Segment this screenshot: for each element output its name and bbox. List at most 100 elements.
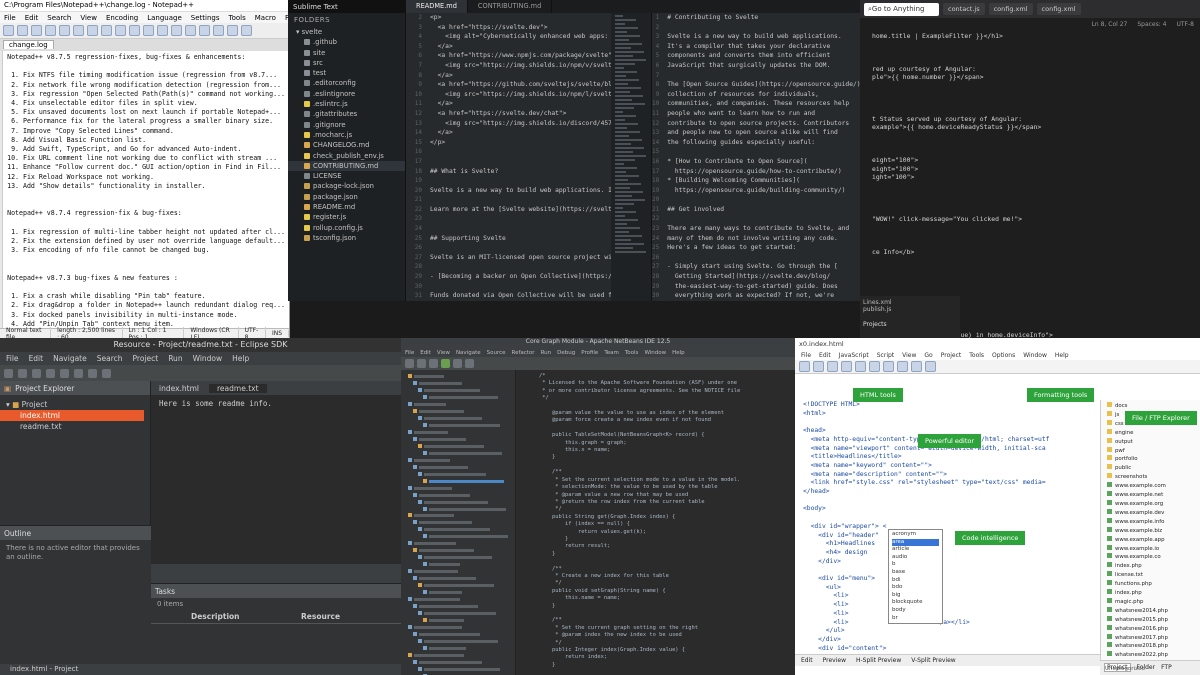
tab-change-log[interactable]: change.log [3,40,54,49]
explorer-item[interactable]: whatsnew2015.php [1107,615,1194,625]
align-left-icon[interactable] [911,361,922,372]
tab-readme[interactable]: README.md [406,0,468,13]
notepad-editor[interactable]: Notepad++ v8.7.5 regression-fixes, bug-f… [0,51,289,337]
tree-node[interactable] [404,380,512,387]
tree-node[interactable] [404,660,512,666]
run-icon[interactable] [441,359,450,368]
file-item[interactable]: rollup.config.js [288,223,405,233]
sublime-right-pane[interactable]: 1 2 3 4 5 6 7 8 9 10 11 12 13 14 15 16 17 18 19 20 21 22 23 24 2… [651,13,860,301]
menu-item[interactable]: Go [924,352,932,359]
tree-node[interactable] [404,408,512,415]
tree-project[interactable]: ▾ ■ Project [6,399,144,410]
tree-node[interactable] [404,604,512,610]
zoom-out-icon[interactable] [199,25,210,36]
tab-config-2[interactable]: config.xml [1036,3,1081,15]
menu-item[interactable]: Help [232,354,249,363]
tree-node[interactable] [404,513,512,519]
file-item[interactable]: check_publish_env.js [288,151,405,161]
explorer-item[interactable]: portfolio [1107,455,1194,464]
tab-config-1[interactable]: config.xml [988,3,1033,15]
menu-item[interactable]: Navigate [53,354,87,363]
explorer-item[interactable]: whatsnew2022.php [1107,651,1194,660]
forward-icon[interactable] [102,368,111,378]
explorer-item[interactable]: magic.php [1107,597,1194,607]
tree-node[interactable] [404,639,512,645]
replace-icon[interactable] [171,25,182,36]
tree-node[interactable] [404,534,512,540]
new-project-icon[interactable] [405,359,414,368]
java-code[interactable]: /* * Licensed to the Apache Software Fou… [517,370,795,669]
explorer-item[interactable]: engine [1107,428,1194,438]
tree-node[interactable] [404,429,512,436]
col-description[interactable]: Description [151,612,301,621]
search-icon[interactable] [74,368,83,378]
suggestion-item[interactable]: acronym [892,531,939,539]
explorer-item[interactable]: whatsnew2018.php [1107,642,1194,651]
print-icon[interactable] [73,25,84,36]
file-item[interactable]: CHANGELOG.md [288,140,405,150]
explorer-item[interactable]: output [1107,437,1194,447]
folder-root[interactable]: ▾ svelte [288,27,405,37]
tree-node[interactable] [404,632,512,638]
tree-node[interactable] [404,471,512,478]
save-icon[interactable] [429,359,438,368]
menu-item[interactable]: Navigate [456,350,481,356]
tree-node[interactable] [404,618,512,624]
suggestion-item[interactable]: audio [892,554,939,562]
explorer-item[interactable]: www.example.co [1107,553,1194,562]
new-icon[interactable] [799,361,810,372]
suggestion-item[interactable]: big [892,592,939,600]
menu-item[interactable]: JavaScript [839,352,869,359]
cut-icon[interactable] [87,25,98,36]
contributing-code[interactable]: # Contributing to Svelte Svelte is a new… [663,13,860,301]
tree-node[interactable] [404,583,512,589]
menu-item[interactable]: File [4,14,16,22]
menu-item[interactable]: Refactor [512,350,535,356]
tree-item-readme[interactable]: readme.txt [6,421,144,432]
tree-node[interactable] [404,387,512,394]
explorer-item[interactable]: license.txt [1107,571,1194,580]
menu-item[interactable]: Search [97,354,123,363]
tab-hsplit-preview[interactable]: H-Split Preview [856,657,901,664]
search-box[interactable]: ⌕ Go to Anything [864,2,939,16]
suggestion-item[interactable]: body [892,607,939,615]
menu-item[interactable]: Window [644,350,666,356]
file-item[interactable]: .mocharc.js [288,130,405,140]
tree-node[interactable] [404,653,512,659]
tree-node[interactable] [404,506,512,513]
menu-item[interactable]: Team [604,350,619,356]
menu-item[interactable]: Project [133,354,159,363]
tree-node[interactable] [404,646,512,652]
menu-item[interactable]: Edit [29,354,44,363]
menu-item[interactable]: Edit [420,350,431,356]
paste-icon[interactable] [115,25,126,36]
tree-node[interactable] [404,443,512,450]
menu-item[interactable]: Run [541,350,552,356]
tab-readme-txt[interactable]: readme.txt [209,383,267,393]
explorer-item[interactable]: www.example.net [1107,491,1194,500]
close-icon[interactable] [59,25,70,36]
tree-node[interactable] [404,436,512,443]
debug-icon[interactable] [46,368,55,378]
image-icon[interactable] [883,361,894,372]
explorer-item[interactable]: index.php [1107,562,1194,571]
new-icon[interactable] [4,368,13,378]
project-explorer-title[interactable]: Project Explorer [15,384,74,393]
angular-code[interactable]: home.title | ExampleFilter }}</h1> red u… [868,32,1200,338]
readme-content[interactable]: Here is some readme info. [151,395,401,412]
menu-item[interactable]: Help [672,350,685,356]
copy-icon[interactable] [101,25,112,36]
save-all-icon[interactable] [45,25,56,36]
link-icon[interactable] [869,361,880,372]
tree-node[interactable] [404,520,512,526]
project-file-2[interactable]: publish.js [863,306,957,313]
tree-node[interactable] [404,527,512,533]
netbeans-editor[interactable]: /* * Licensed to the Apache Software Fou… [517,370,795,675]
explorer-item[interactable]: whatsnew2016.php [1107,624,1194,634]
menu-item[interactable]: Tools [625,350,639,356]
menu-item[interactable]: Debug [557,350,575,356]
menu-item[interactable]: Edit [25,14,39,22]
notepad-text[interactable]: Notepad++ v8.7.5 regression-fixes, bug-f… [3,51,289,337]
tree-node[interactable] [404,562,512,568]
save-icon[interactable] [827,361,838,372]
